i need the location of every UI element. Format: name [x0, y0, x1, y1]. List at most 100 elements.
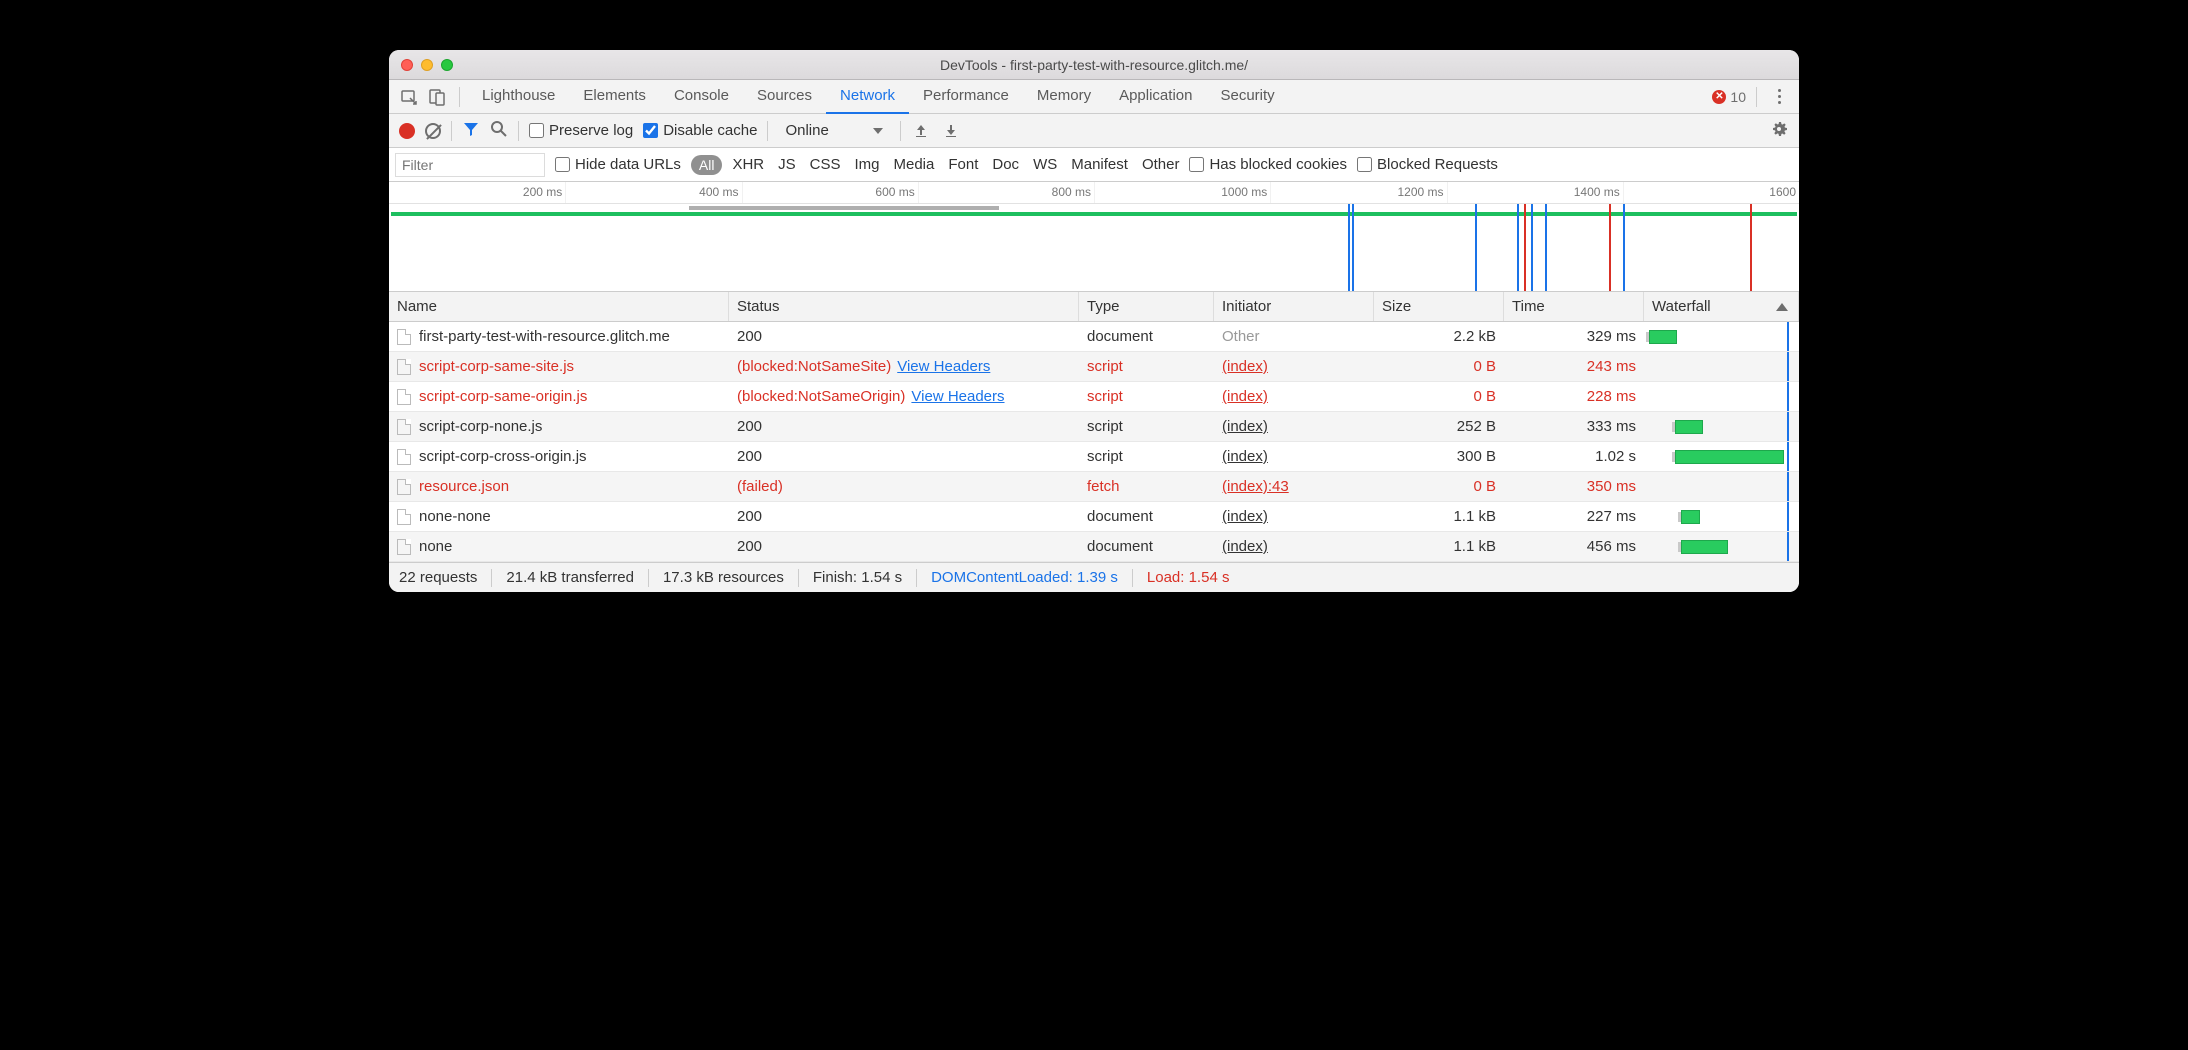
filter-type-doc[interactable]: Doc: [992, 156, 1019, 173]
cell-size: 1.1 kB: [1374, 502, 1504, 531]
initiator-link[interactable]: (index): [1222, 538, 1268, 555]
search-icon[interactable]: [490, 120, 508, 141]
timeline-tick: 1600: [1769, 185, 1799, 199]
upload-icon[interactable]: [911, 121, 931, 141]
file-icon: [397, 329, 411, 345]
column-status[interactable]: Status: [729, 292, 1079, 321]
initiator-link[interactable]: (index): [1222, 388, 1268, 405]
column-initiator[interactable]: Initiator: [1214, 292, 1374, 321]
initiator-link[interactable]: (index):43: [1222, 478, 1289, 495]
cell-status: 200: [729, 442, 1079, 471]
table-row[interactable]: first-party-test-with-resource.glitch.me…: [389, 322, 1799, 352]
network-toolbar: Preserve log Disable cache Online: [389, 114, 1799, 148]
tab-performance[interactable]: Performance: [909, 80, 1023, 114]
inspect-icon[interactable]: [395, 83, 423, 111]
gear-icon[interactable]: [1769, 119, 1789, 142]
cell-initiator: Other: [1214, 322, 1374, 351]
status-requests: 22 requests: [399, 569, 477, 586]
cell-status: (blocked:NotSameOrigin)View Headers: [729, 382, 1079, 411]
filter-type-media[interactable]: Media: [894, 156, 935, 173]
filter-type-font[interactable]: Font: [948, 156, 978, 173]
table-row[interactable]: none-none200document(index)1.1 kB227 ms: [389, 502, 1799, 532]
initiator-link[interactable]: (index): [1222, 448, 1268, 465]
cell-time: 227 ms: [1504, 502, 1644, 531]
cell-waterfall: [1644, 322, 1799, 351]
cell-type: document: [1079, 532, 1214, 561]
table-row[interactable]: resource.json(failed)fetch(index):430 B3…: [389, 472, 1799, 502]
cell-name: script-corp-same-origin.js: [389, 382, 729, 411]
status-transferred: 21.4 kB transferred: [506, 569, 634, 586]
cell-waterfall: [1644, 382, 1799, 411]
has-blocked-cookies-checkbox[interactable]: Has blocked cookies: [1189, 156, 1347, 173]
table-row[interactable]: script-corp-none.js200script(index)252 B…: [389, 412, 1799, 442]
minimize-button[interactable]: [421, 59, 433, 71]
file-icon: [397, 449, 411, 465]
cell-type: script: [1079, 412, 1214, 441]
tab-application[interactable]: Application: [1105, 80, 1206, 114]
error-count: 10: [1730, 89, 1746, 105]
cell-status: 200: [729, 412, 1079, 441]
hide-data-urls-checkbox[interactable]: Hide data URLs: [555, 156, 681, 173]
record-button[interactable]: [399, 123, 415, 139]
device-icon[interactable]: [423, 83, 451, 111]
table-row[interactable]: none200document(index)1.1 kB456 ms: [389, 532, 1799, 562]
tab-lighthouse[interactable]: Lighthouse: [468, 80, 569, 114]
column-type[interactable]: Type: [1079, 292, 1214, 321]
cell-waterfall: [1644, 412, 1799, 441]
preserve-log-checkbox[interactable]: Preserve log: [529, 122, 633, 139]
close-button[interactable]: [401, 59, 413, 71]
column-time[interactable]: Time: [1504, 292, 1644, 321]
filter-type-ws[interactable]: WS: [1033, 156, 1057, 173]
cell-waterfall: [1644, 352, 1799, 381]
initiator-link[interactable]: (index): [1222, 358, 1268, 375]
tab-network[interactable]: Network: [826, 80, 909, 114]
more-menu-icon[interactable]: [1765, 89, 1793, 104]
table-row[interactable]: script-corp-same-origin.js(blocked:NotSa…: [389, 382, 1799, 412]
cell-initiator: (index): [1214, 442, 1374, 471]
filter-icon[interactable]: [462, 120, 480, 141]
filter-type-xhr[interactable]: XHR: [732, 156, 764, 173]
filter-type-manifest[interactable]: Manifest: [1071, 156, 1128, 173]
column-size[interactable]: Size: [1374, 292, 1504, 321]
clear-button[interactable]: [425, 123, 441, 139]
cell-initiator: (index):43: [1214, 472, 1374, 501]
separator: [1756, 87, 1757, 107]
initiator-link[interactable]: (index): [1222, 418, 1268, 435]
filter-type-other[interactable]: Other: [1142, 156, 1180, 173]
blocked-requests-checkbox[interactable]: Blocked Requests: [1357, 156, 1498, 173]
cell-time: 228 ms: [1504, 382, 1644, 411]
filter-input[interactable]: [395, 153, 545, 177]
timeline-marker: [1475, 204, 1477, 291]
initiator-link[interactable]: (index): [1222, 508, 1268, 525]
tab-sources[interactable]: Sources: [743, 80, 826, 114]
view-headers-link[interactable]: View Headers: [911, 388, 1004, 405]
timeline-marker: [1524, 204, 1526, 291]
tab-elements[interactable]: Elements: [569, 80, 660, 114]
cell-size: 0 B: [1374, 382, 1504, 411]
filter-type-css[interactable]: CSS: [810, 156, 841, 173]
table-row[interactable]: script-corp-same-site.js(blocked:NotSame…: [389, 352, 1799, 382]
timeline-tick: 400 ms: [699, 185, 741, 199]
tab-memory[interactable]: Memory: [1023, 80, 1105, 114]
filter-all-pill[interactable]: All: [691, 155, 723, 175]
cell-time: 1.02 s: [1504, 442, 1644, 471]
download-icon[interactable]: [941, 121, 961, 141]
view-headers-link[interactable]: View Headers: [897, 358, 990, 375]
devtools-window: DevTools - first-party-test-with-resourc…: [389, 50, 1799, 592]
column-name[interactable]: Name: [389, 292, 729, 321]
filter-type-js[interactable]: JS: [778, 156, 796, 173]
error-badge[interactable]: ✕ 10: [1712, 89, 1746, 105]
separator: [767, 121, 768, 141]
tab-console[interactable]: Console: [660, 80, 743, 114]
throttling-select[interactable]: Online: [778, 119, 889, 142]
timeline-overview[interactable]: 200 ms400 ms600 ms800 ms1000 ms1200 ms14…: [389, 182, 1799, 292]
table-row[interactable]: script-corp-cross-origin.js200script(ind…: [389, 442, 1799, 472]
maximize-button[interactable]: [441, 59, 453, 71]
filter-type-img[interactable]: Img: [854, 156, 879, 173]
file-icon: [397, 479, 411, 495]
cell-name: script-corp-cross-origin.js: [389, 442, 729, 471]
tab-security[interactable]: Security: [1206, 80, 1288, 114]
disable-cache-checkbox[interactable]: Disable cache: [643, 122, 757, 139]
cell-type: fetch: [1079, 472, 1214, 501]
column-waterfall[interactable]: Waterfall: [1644, 292, 1799, 321]
